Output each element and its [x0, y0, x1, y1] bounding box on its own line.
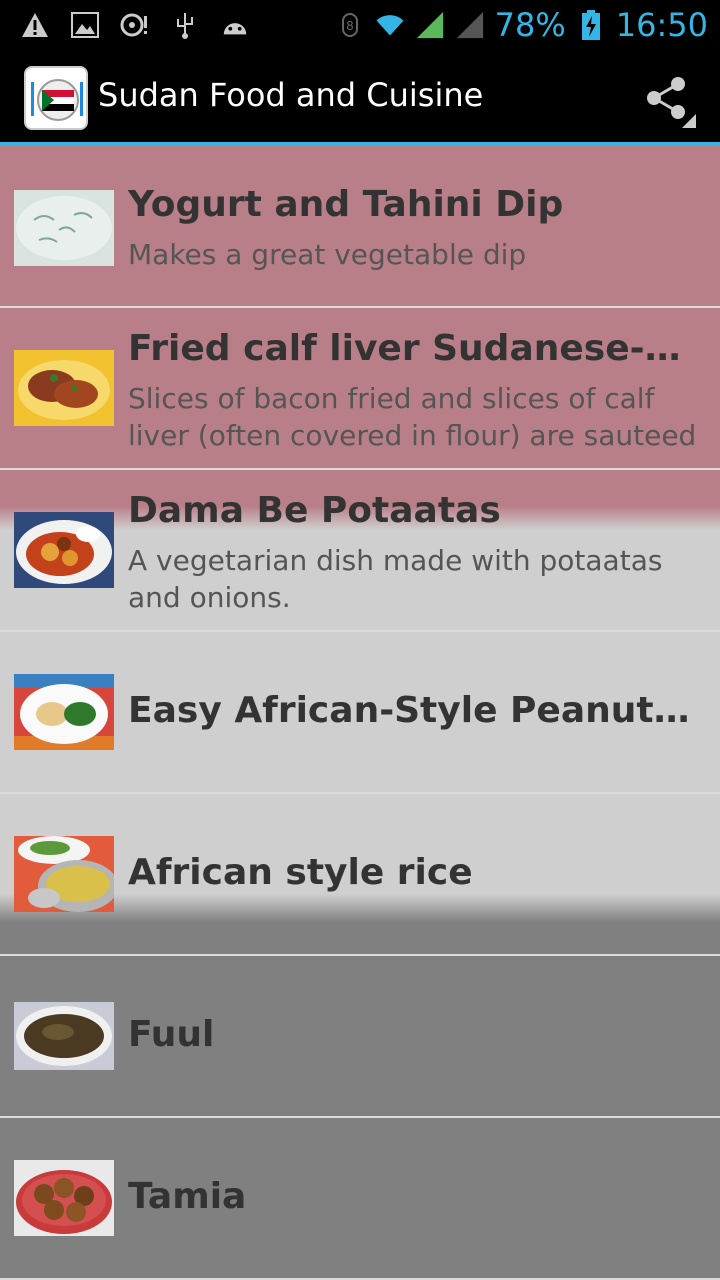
share-button[interactable]: [640, 72, 696, 128]
recipe-title: Fuul: [128, 1014, 215, 1055]
warning-icon: [20, 10, 50, 40]
system-indicators: 8 78% 16:50: [335, 6, 708, 44]
share-icon: [647, 77, 696, 128]
recipe-row[interactable]: Tamia: [0, 1118, 720, 1280]
sudan-flag-plate-icon[interactable]: [24, 66, 88, 130]
wifi-icon: [375, 10, 405, 40]
recipe-title: African style rice: [128, 852, 473, 893]
battery-percentage: 78%: [494, 6, 566, 44]
clock: 16:50: [615, 6, 708, 44]
signal-icon-2: [455, 10, 485, 40]
usb-icon: [170, 10, 200, 40]
notification-icons: [20, 10, 250, 40]
recipe-row[interactable]: Yogurt and Tahini Dip Makes a great vege…: [0, 146, 720, 308]
yogurt-dip-thumbnail: [14, 190, 114, 266]
recipe-title: Easy African-Style Peanut Chi…: [128, 690, 698, 731]
fried-liver-thumbnail: [14, 350, 114, 426]
android-icon: [220, 10, 250, 40]
recipe-subtitle: Slices of bacon fried and slices of calf…: [128, 382, 697, 452]
recipe-title: Fried calf liver Sudanese-style: [128, 328, 698, 369]
action-bar: Sudan Food and Cuisine: [0, 50, 720, 146]
data-icon: 8: [335, 10, 365, 40]
peanut-chicken-thumbnail: [14, 674, 114, 750]
recipe-title: Dama Be Potaatas: [128, 490, 501, 531]
african-rice-thumbnail: [14, 836, 114, 912]
recipe-subtitle: A vegetarian dish made with potaatas and…: [128, 544, 663, 614]
recipe-row[interactable]: Dama Be Potaatas A vegetarian dish made …: [0, 470, 720, 632]
status-bar: 8 78% 16:50: [0, 0, 720, 50]
app-title: Sudan Food and Cuisine: [98, 76, 484, 114]
battery-icon: [576, 10, 606, 40]
recipe-subtitle: Makes a great vegetable dip: [128, 238, 527, 271]
signal-icon: [415, 10, 445, 40]
svg-text:8: 8: [346, 19, 354, 33]
recipe-row[interactable]: Fried calf liver Sudanese-style Slices o…: [0, 308, 720, 470]
voicemail-icon: [120, 10, 150, 40]
dama-potatoes-thumbnail: [14, 512, 114, 588]
image-icon: [70, 10, 100, 40]
tamia-thumbnail: [14, 1160, 114, 1236]
recipe-list: Yogurt and Tahini Dip Makes a great vege…: [0, 146, 720, 1280]
fuul-thumbnail: [14, 1002, 114, 1078]
recipe-row[interactable]: African style rice: [0, 794, 720, 956]
recipe-row[interactable]: Fuul: [0, 956, 720, 1118]
recipe-row[interactable]: Easy African-Style Peanut Chi…: [0, 632, 720, 794]
recipe-title: Tamia: [128, 1176, 247, 1217]
recipe-title: Yogurt and Tahini Dip: [128, 184, 564, 225]
